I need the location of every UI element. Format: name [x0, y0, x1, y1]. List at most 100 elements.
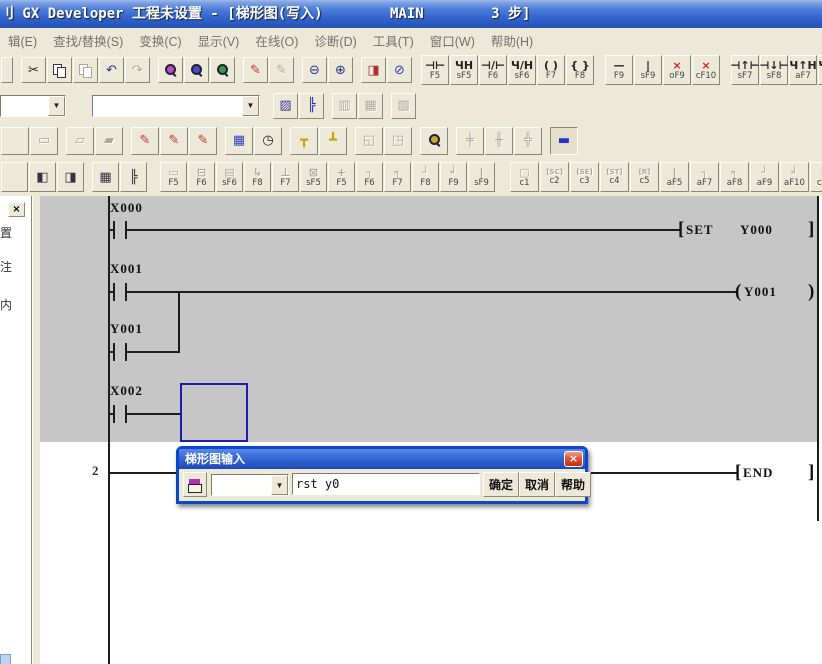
symbol-select-button[interactable] [183, 472, 207, 497]
rising-pulse-button[interactable]: ⊣↑⊢sF7 [731, 55, 759, 85]
menu-online[interactable]: 在线(O) [247, 28, 306, 53]
undo-button[interactable]: ↶ [99, 57, 124, 83]
sfc-rule-sc-button-icon: [SC] [546, 169, 563, 176]
falling-pulse-button[interactable]: ⊣↓⊢sF8 [760, 55, 788, 85]
menu-view[interactable]: 显示(V) [190, 28, 248, 53]
copy-button[interactable] [47, 57, 72, 83]
fit-window-button: ◳ [384, 127, 412, 155]
menu-tools[interactable]: 工具(T) [365, 28, 422, 53]
monitor-write-button[interactable]: ◨ [361, 57, 386, 83]
zoom-in-button[interactable]: ⊕ [328, 57, 353, 83]
edit-tool-group: ✂↶↷✎✎⊖⊕◨⊘ [0, 57, 412, 83]
parallel-closed-contact-button-icon: Ч/Н [511, 60, 533, 71]
device-memory-edit-button[interactable]: ▦ [225, 127, 253, 155]
toolbar4-partial-button[interactable] [1, 162, 28, 192]
statement-display-button-icon: ▱ [75, 134, 85, 147]
find-instruction-button[interactable] [184, 57, 209, 83]
tree-item-fragment[interactable]: 内 [0, 296, 12, 313]
monitor-stop-button[interactable]: ⊘ [387, 57, 412, 83]
menu-help[interactable]: 帮助(H) [483, 28, 541, 53]
ok-button[interactable]: 确定 [483, 472, 519, 497]
instruction-history-combo[interactable]: ▼ [211, 474, 289, 496]
cancel-button[interactable]: 取消 [519, 472, 555, 497]
delete-vertical-line-button-label: cF10 [696, 72, 716, 81]
program-select-dropdown-button[interactable]: ▼ [48, 96, 65, 116]
device-select-combo[interactable]: ▼ [92, 95, 260, 117]
sfc-rule-dashed-box-button-label: c1 [519, 179, 529, 188]
grid-display-button[interactable]: ▦ [92, 162, 119, 192]
statement-display-button: ▱ [66, 127, 94, 155]
find-device-button[interactable] [158, 57, 183, 83]
monitor-start-button[interactable] [420, 127, 448, 155]
cut-button[interactable]: ✂ [21, 57, 46, 83]
instruction-input[interactable]: rst y0 [292, 473, 480, 495]
program-select-combo[interactable]: ▼ [0, 95, 66, 117]
ladder-logic-test-button[interactable]: ▨ [273, 93, 298, 119]
sfc-rule-st-button-icon: [ST] [606, 169, 622, 176]
ladder-editor-canvas[interactable]: X000 [ SET Y000 ] X001 ( Y001 ) Y001 [40, 196, 822, 664]
sfc-rule-se-button-label: c3 [579, 177, 589, 186]
vertical-line-button[interactable]: |sF9 [634, 55, 662, 85]
menu-convert[interactable]: 变换(C) [131, 28, 189, 53]
zoom-out-button[interactable]: ⊖ [302, 57, 327, 83]
dialog-close-button[interactable]: × [564, 451, 583, 467]
horizontal-line-button[interactable]: —F9 [605, 55, 633, 85]
device-select-dropdown-button[interactable]: ▼ [242, 96, 259, 116]
device-test-on-button[interactable]: ┳ [290, 127, 318, 155]
parameter-button: ▦ [358, 93, 383, 119]
find-contact-coil-button[interactable] [210, 57, 235, 83]
parallel-closed-contact-button[interactable]: Ч/НsF6 [508, 55, 536, 85]
window-tool-group: ◧ ◨ ▦╠ [0, 162, 147, 192]
sfc-selection-convergence-button-icon: ┘ [422, 167, 429, 178]
device-test-off-button[interactable]: ┻ [319, 127, 347, 155]
window-arrange-button[interactable]: ◨ [57, 162, 84, 192]
sfc-divergence-line-button: ┐aF7 [690, 162, 719, 192]
project-data-list-button[interactable]: ╠ [299, 93, 324, 119]
edit-cursor-cell[interactable] [180, 383, 248, 442]
tree-item-fragment[interactable]: 置 [0, 224, 12, 241]
panel-close-button[interactable]: × [8, 202, 25, 217]
sfc-rule-se-button-icon: [SE] [576, 169, 592, 176]
menu-window[interactable]: 窗口(W) [422, 28, 483, 53]
menu-find-replace[interactable]: 查找/替换(S) [45, 28, 131, 53]
sfc-vertical-line-button-label: sF9 [474, 179, 489, 188]
scrollbar-fragment[interactable] [0, 654, 11, 664]
monitor-mode-button[interactable]: ◷ [254, 127, 282, 155]
instruction-history-dropdown-button[interactable]: ▼ [271, 475, 288, 495]
open-contact-button[interactable]: ⊣⊢F5 [421, 55, 449, 85]
dialog-title-bar: 梯形图输入 × [179, 449, 585, 469]
device-comment-edit-button[interactable]: ✎ [160, 127, 188, 155]
tree-item-fragment[interactable]: 注 [0, 258, 12, 275]
sfc-simultaneous-convergence-button: ╛F9 [440, 162, 467, 192]
parallel-falling-pulse-button[interactable]: Ч↓НaF8 [818, 55, 822, 85]
sfc-simultaneous-divergence-button-label: F7 [392, 179, 402, 188]
menu-edit-partial[interactable]: 辑(E) [0, 28, 45, 53]
sfc-step-button-icon: ▭ [168, 167, 178, 178]
window-split-button[interactable]: ◧ [29, 162, 56, 192]
application-instruction-button[interactable]: { }F8 [566, 55, 594, 85]
delete-horizontal-line-button[interactable]: ×oF9 [663, 55, 691, 85]
help-button[interactable]: 帮助 [555, 472, 591, 497]
write-mode-button[interactable]: ✎ [131, 127, 159, 155]
ladder-display-button[interactable]: ▬ [550, 127, 578, 155]
open-contact-button-icon: ⊣⊢ [425, 60, 445, 71]
menu-diagnostics[interactable]: 诊断(D) [306, 28, 364, 53]
delete-vertical-line-button[interactable]: ×cF10 [692, 55, 720, 85]
parallel-open-contact-button-icon: ЧН [455, 60, 473, 71]
parallel-falling-pulse-button-icon: Ч↓Н [818, 60, 822, 71]
parallel-rising-pulse-button[interactable]: Ч↑НaF7 [789, 55, 817, 85]
ladder-edit-button[interactable]: ✎ [243, 57, 268, 83]
note-display-button-icon: ▰ [104, 134, 114, 147]
vertical-line-button-icon: | [646, 60, 650, 71]
coil-button[interactable]: ( )F7 [537, 55, 565, 85]
sfc-vertical-line-button-icon: | [479, 167, 483, 178]
parallel-open-contact-button[interactable]: ЧНsF5 [450, 55, 478, 85]
window-split-button-icon: ◧ [36, 171, 48, 184]
print-button-partial[interactable] [1, 57, 13, 83]
toolbar-separator [383, 94, 390, 118]
closed-contact-button[interactable]: ⊣/⊢F6 [479, 55, 507, 85]
menu-tools-label: 工具(T) [373, 35, 414, 49]
toolbar3-partial-button[interactable] [1, 127, 29, 155]
statement-edit-button[interactable]: ✎ [189, 127, 217, 155]
project-tree-button[interactable]: ╠ [120, 162, 147, 192]
